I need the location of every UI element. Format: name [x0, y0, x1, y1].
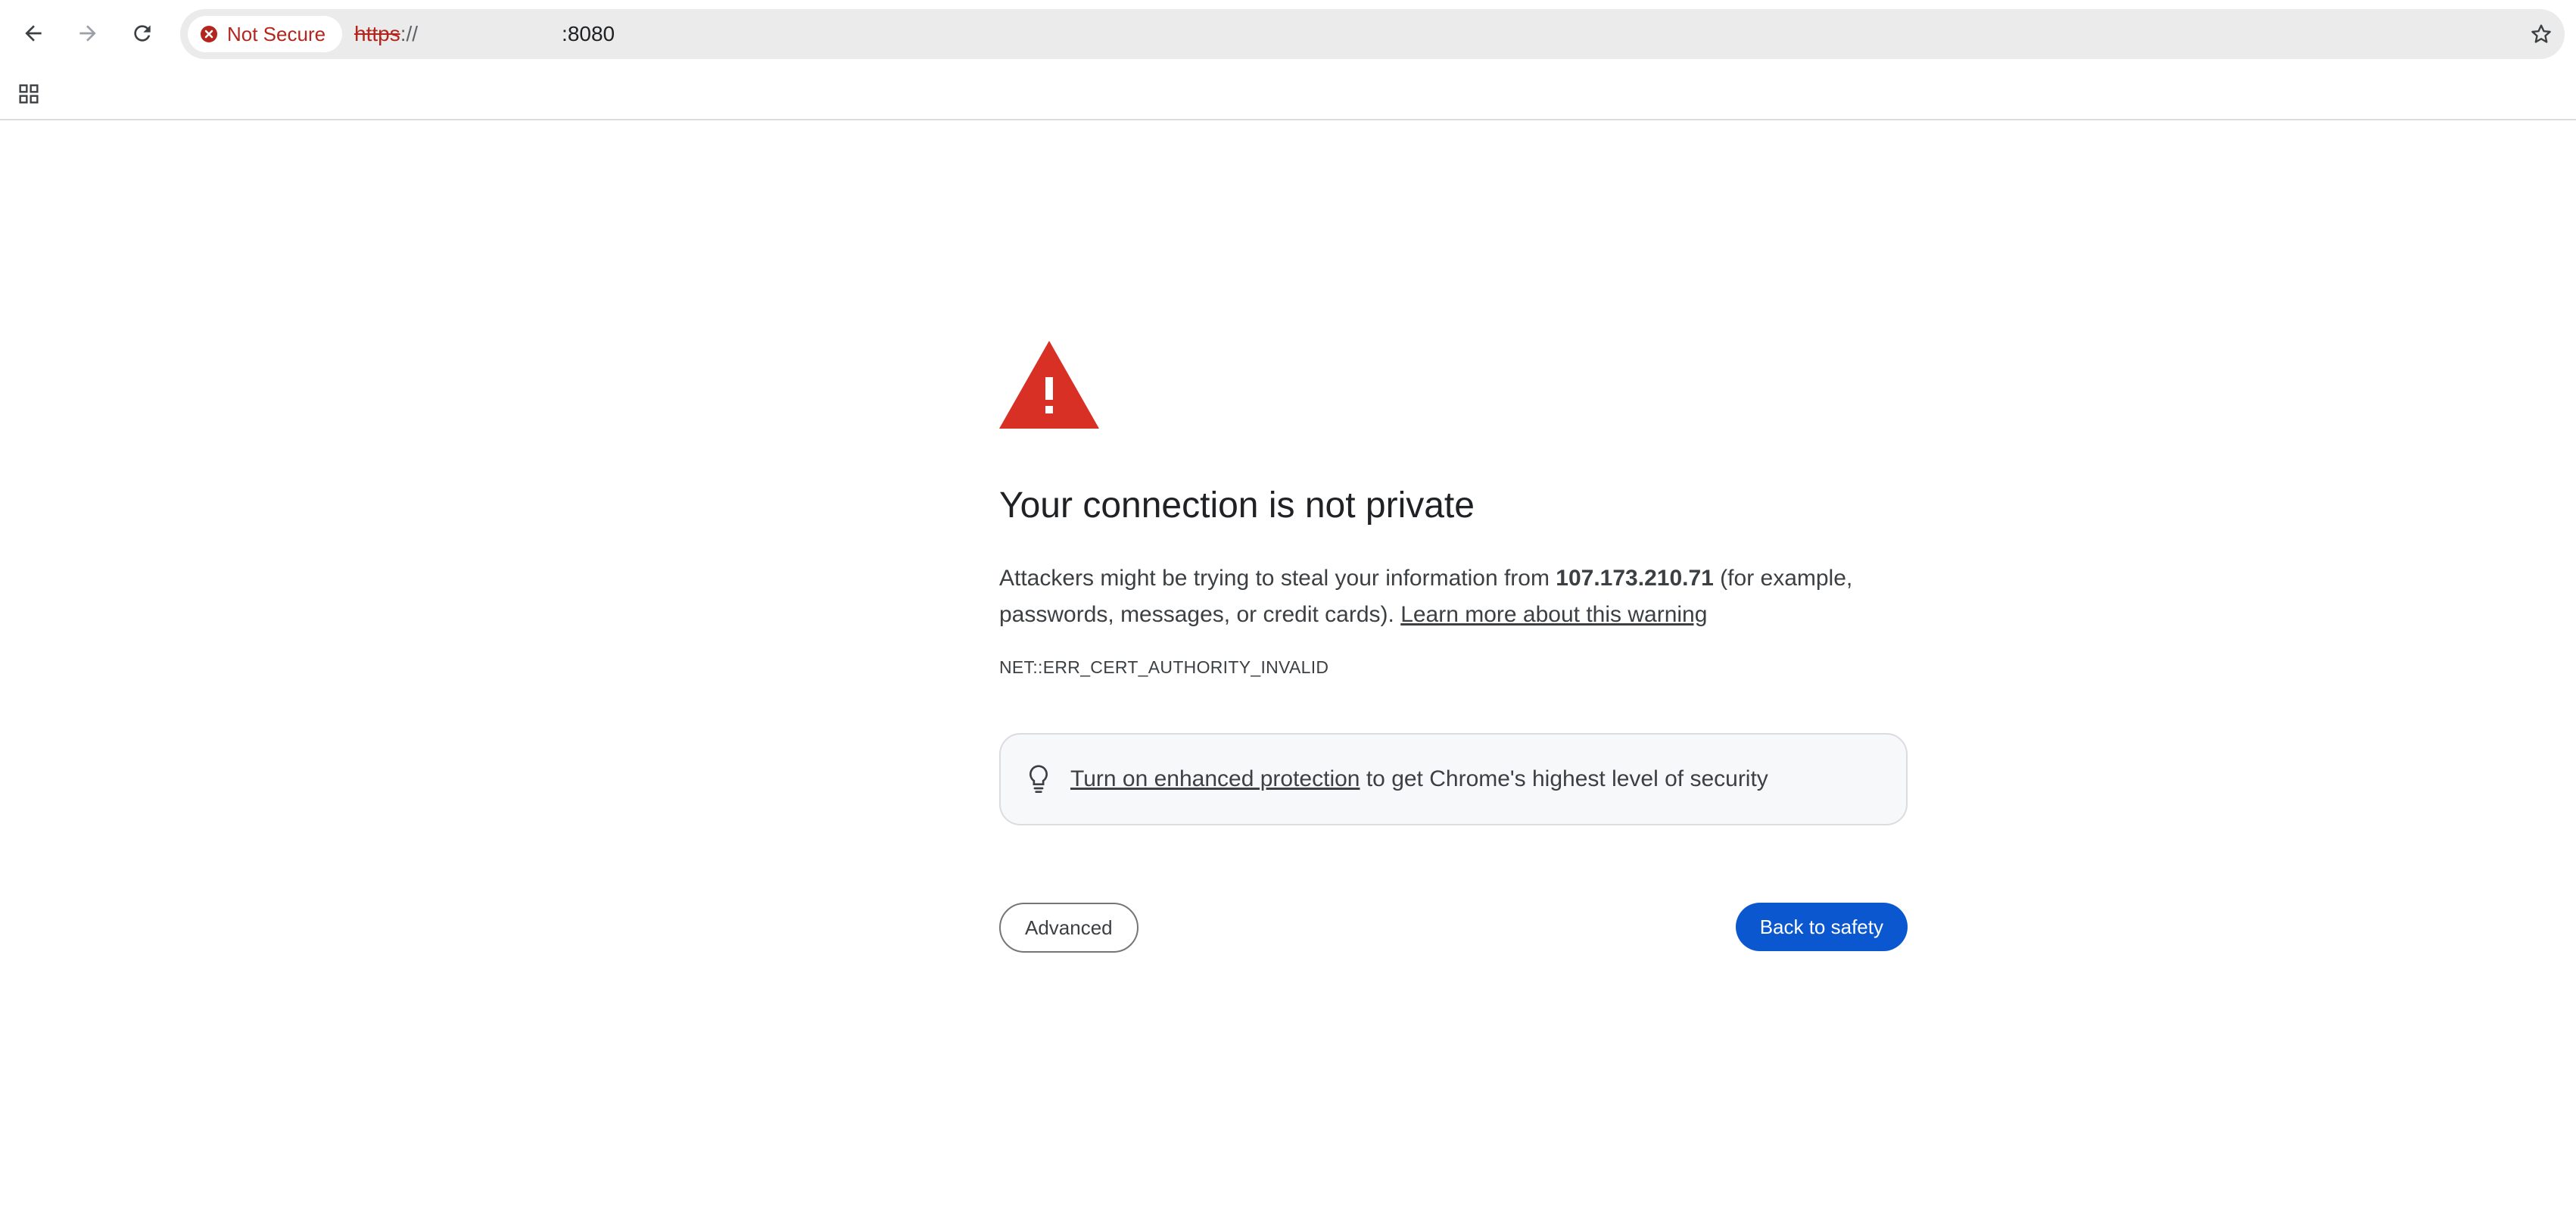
bookmark-star-button[interactable] — [2525, 18, 2557, 50]
reload-button[interactable] — [124, 15, 160, 51]
warning-triangle-icon — [999, 341, 1099, 429]
star-icon — [2531, 24, 2551, 43]
address-bar[interactable]: Not Secure https:// :8080 — [180, 9, 2565, 59]
learn-more-link[interactable]: Learn more about this warning — [1400, 602, 1707, 627]
host-address: 107.173.210.71 — [1556, 566, 1714, 591]
security-chip[interactable]: Not Secure — [188, 16, 343, 52]
not-secure-label: Not Secure — [227, 22, 326, 45]
back-to-safety-button[interactable]: Back to safety — [1735, 903, 1908, 951]
apps-button[interactable] — [14, 79, 44, 109]
protection-message: Turn on enhanced protection to get Chrom… — [1070, 766, 1768, 792]
protection-suffix: to get Chrome's highest level of securit… — [1360, 766, 1768, 791]
arrow-left-icon — [25, 25, 42, 42]
page-title: Your connection is not private — [999, 485, 1475, 526]
lightbulb-icon — [1029, 765, 1048, 793]
arrow-right-icon — [79, 25, 96, 42]
enhanced-protection-banner: Turn on enhanced protection to get Chrom… — [999, 733, 1908, 825]
url-text[interactable]: https:// :8080 — [354, 9, 615, 59]
back-button[interactable] — [15, 15, 51, 51]
bookmarks-bar — [0, 67, 2576, 120]
url-scheme: https — [354, 22, 400, 45]
apps-grid-icon — [19, 84, 39, 104]
error-circle-icon — [201, 26, 217, 42]
enhanced-protection-link[interactable]: Turn on enhanced protection — [1070, 766, 1360, 791]
explanation-before: Attackers might be trying to steal your … — [999, 566, 1556, 591]
browser-toolbar: Not Secure https:// :8080 — [0, 0, 2576, 67]
forward-button[interactable] — [70, 15, 106, 51]
advanced-button[interactable]: Advanced — [999, 903, 1138, 953]
error-code: NET::ERR_CERT_AUTHORITY_INVALID — [999, 657, 1329, 677]
url-port: :8080 — [562, 22, 615, 45]
explanation-text: Attackers might be trying to steal your … — [999, 560, 1908, 633]
url-separator: :// — [400, 22, 419, 45]
reload-icon — [134, 25, 151, 42]
